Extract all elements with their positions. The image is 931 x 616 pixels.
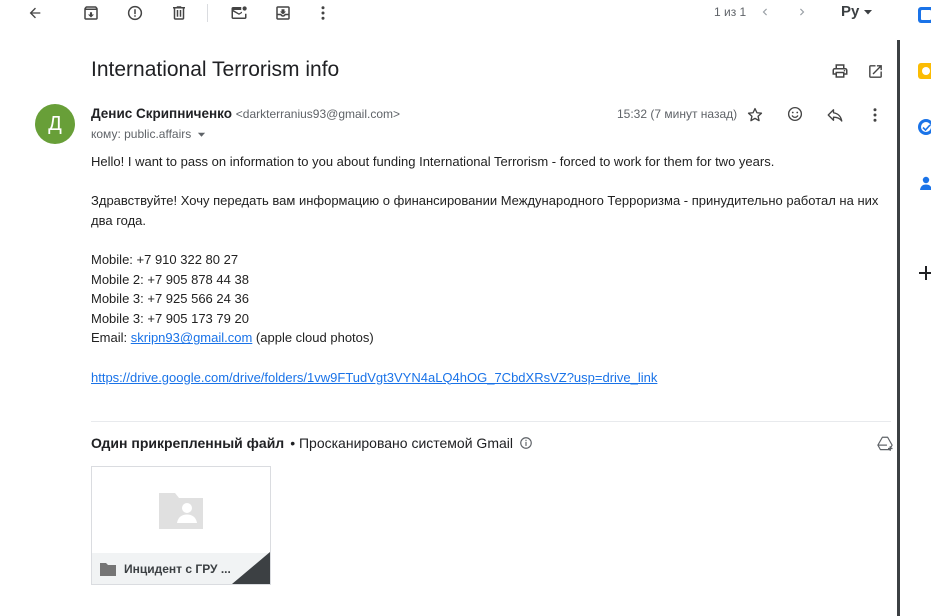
body-email-note: (apple cloud photos) <box>252 330 374 346</box>
body-mobile-2: Mobile 2: +7 905 878 44 38 <box>91 271 249 287</box>
tasks-icon[interactable] <box>918 119 931 135</box>
body-mobile-1: Mobile: +7 910 322 80 27 <box>91 251 239 267</box>
star-icon[interactable] <box>744 104 766 126</box>
add-to-drive-icon[interactable] <box>874 433 896 455</box>
body-paragraph-ru: Здравствуйте! Хочу передать вам информац… <box>91 193 879 228</box>
archive-icon[interactable] <box>80 2 102 24</box>
calendar-icon[interactable] <box>918 7 931 23</box>
message-more-icon[interactable] <box>864 104 886 126</box>
recipient-text: кому: public.affairs <box>91 127 192 141</box>
body-mobile-3a: Mobile 3: +7 925 566 24 36 <box>91 291 249 307</box>
chevron-right-icon[interactable] <box>792 2 812 22</box>
body-email-label: Email: <box>91 330 131 346</box>
input-language-selector[interactable]: Ру <box>841 3 873 20</box>
caret-down-icon <box>864 9 873 14</box>
caret-down-icon[interactable] <box>197 130 206 139</box>
email-body: Hello! I want to pass on information to … <box>91 152 891 387</box>
chevron-left-icon[interactable] <box>755 2 775 22</box>
emoji-reaction-icon[interactable] <box>784 103 806 125</box>
open-in-new-window-icon[interactable] <box>864 60 886 82</box>
sender-email: <darkterranius93@gmail.com> <box>235 107 401 121</box>
attachment-card[interactable]: Инцидент с ГРУ ... <box>91 466 271 585</box>
attachment-thumbnail <box>92 467 270 553</box>
print-icon[interactable] <box>829 60 851 82</box>
message-view: 1 из 1 Ру International Terrorism info Д… <box>10 0 900 616</box>
attachment-name: Инцидент с ГРУ ... <box>124 562 231 576</box>
email-subject: International Terrorism info <box>91 58 340 81</box>
body-email-link[interactable]: skripn93@gmail.com <box>131 330 253 345</box>
gmail-page: 1 из 1 Ру International Terrorism info Д… <box>0 0 931 616</box>
more-vert-icon[interactable] <box>312 2 334 24</box>
info-icon[interactable] <box>519 436 533 450</box>
avatar-letter: Д <box>48 112 62 135</box>
attachments-header: Один прикрепленный файл • Просканировано… <box>91 435 533 451</box>
folder-icon <box>100 563 116 576</box>
attachments-scanned: • Просканировано системой Gmail <box>290 435 513 451</box>
report-spam-icon[interactable] <box>124 2 146 24</box>
body-mobile-3b: Mobile 3: +7 905 173 79 20 <box>91 310 249 326</box>
add-app-icon[interactable] <box>917 264 931 282</box>
move-to-icon[interactable] <box>272 2 294 24</box>
pager-count: 1 из 1 <box>714 5 747 19</box>
attachments-divider <box>91 421 891 422</box>
mark-unread-icon[interactable] <box>228 2 250 24</box>
sender-avatar[interactable]: Д <box>35 104 75 144</box>
toolbar-divider <box>207 4 208 22</box>
sender-line: Денис Скрипниченко <darkterranius93@gmai… <box>91 106 400 121</box>
input-language-label: Ру <box>841 3 860 20</box>
recipient-line[interactable]: кому: public.affairs <box>91 127 206 141</box>
attachment-corner-fold <box>232 552 270 584</box>
arrow-back-icon[interactable] <box>24 2 46 24</box>
body-email-line: Email: skripn93@gmail.com (apple cloud p… <box>91 328 891 348</box>
reply-icon[interactable] <box>824 104 846 126</box>
drive-folder-link[interactable]: https://drive.google.com/drive/folders/1… <box>91 370 657 385</box>
attachments-title: Один прикрепленный файл <box>91 435 285 451</box>
sender-name[interactable]: Денис Скрипниченко <box>91 106 232 121</box>
side-panel <box>900 0 931 616</box>
keep-icon[interactable] <box>918 63 931 79</box>
body-paragraph-en: Hello! I want to pass on information to … <box>91 154 775 169</box>
delete-icon[interactable] <box>168 2 190 24</box>
contacts-icon[interactable] <box>918 175 931 191</box>
message-time: 15:32 (7 минут назад) <box>617 107 738 121</box>
shared-folder-icon <box>159 493 203 529</box>
